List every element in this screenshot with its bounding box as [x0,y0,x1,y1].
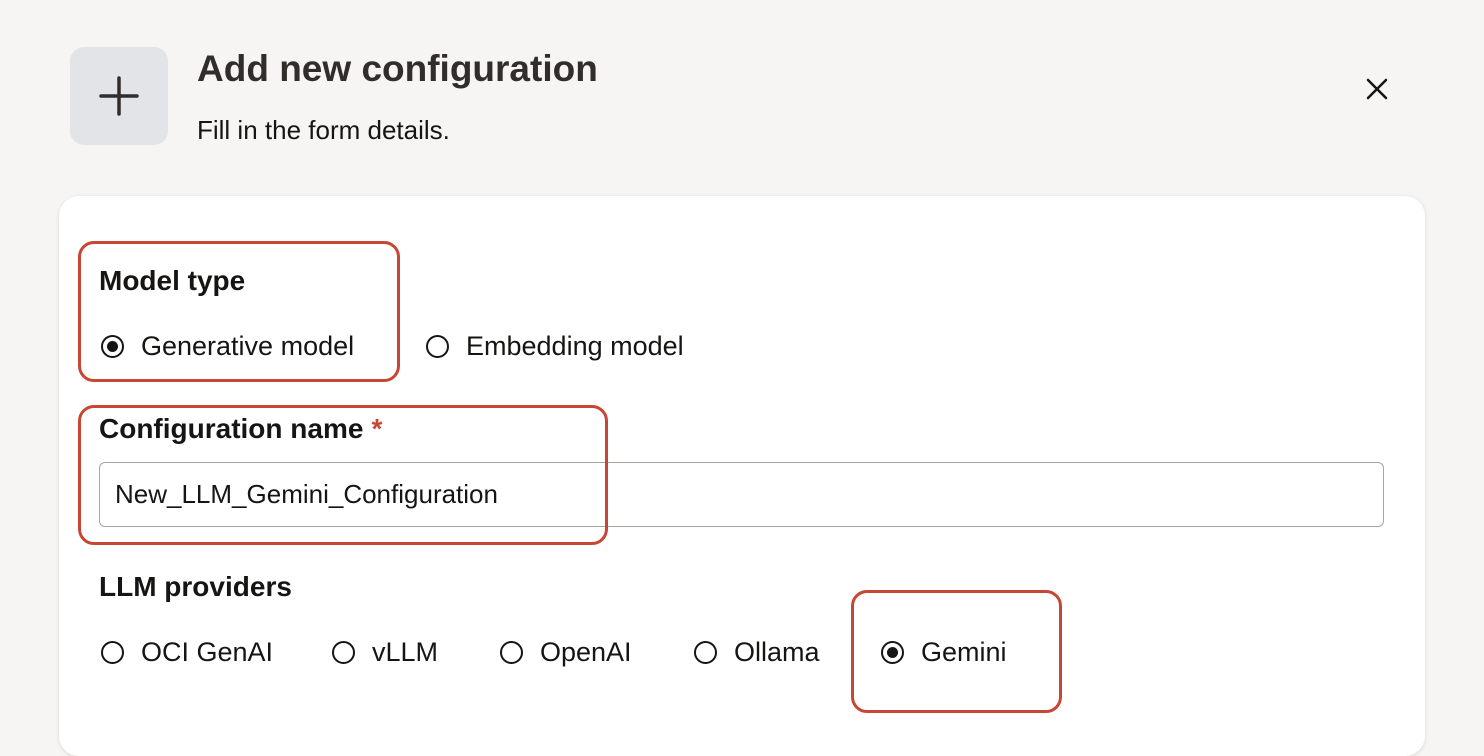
model-type-label: Model type [99,265,246,296]
radio-generative-model[interactable]: Generative model [101,326,354,366]
radio-oci-genai[interactable]: OCI GenAI [101,632,273,672]
radio-unchecked-icon [332,640,355,664]
radio-embedding-model[interactable]: Embedding model [426,326,684,366]
radio-label: vLLM [372,636,439,667]
required-marker: * [371,413,383,444]
radio-unchecked-icon [101,640,124,664]
radio-label: Gemini [921,636,1007,667]
radio-label: Embedding model [466,330,684,361]
plus-icon-tile [70,47,168,145]
radio-checked-icon [101,334,124,358]
radio-label: OCI GenAI [141,636,274,667]
llm-providers-label: LLM providers [99,571,292,602]
configuration-name-label-text: Configuration name [99,413,364,444]
plus-icon [99,76,139,116]
dialog-title: Add new configuration [197,48,598,89]
radio-label: OpenAI [540,636,632,667]
radio-gemini[interactable]: Gemini [881,632,1007,672]
radio-unchecked-icon [426,334,449,358]
close-button[interactable] [1358,70,1396,108]
radio-unchecked-icon [500,640,523,664]
dialog-subtitle: Fill in the form details. [197,115,450,145]
radio-checked-icon [881,640,904,664]
radio-openai[interactable]: OpenAI [500,632,632,672]
radio-label: Ollama [734,636,820,667]
close-icon [1366,78,1388,100]
radio-vllm[interactable]: vLLM [332,632,438,672]
configuration-name-label: Configuration name * [99,413,382,445]
radio-unchecked-icon [694,640,717,664]
radio-ollama[interactable]: Ollama [694,632,820,672]
configuration-name-input[interactable] [99,462,1384,527]
radio-label: Generative model [141,330,355,361]
